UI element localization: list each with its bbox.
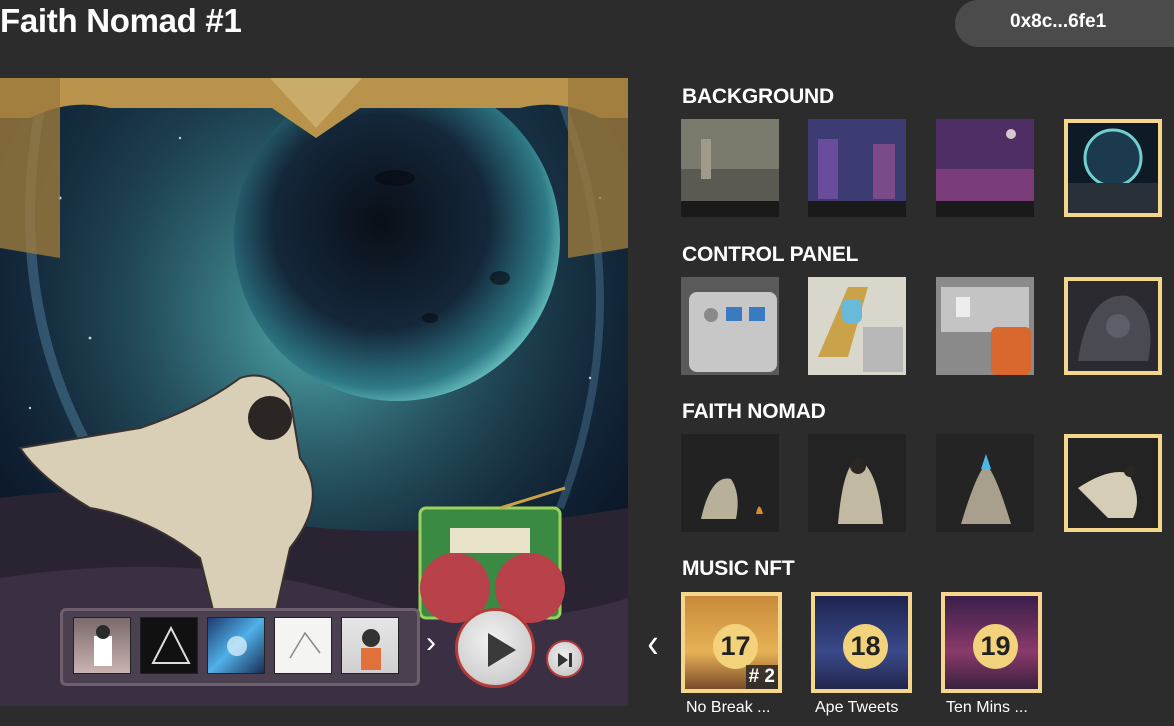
track-thumbnail[interactable] xyxy=(207,617,265,674)
background-option-art xyxy=(1068,123,1158,213)
music-nft-title: Ten Mins ... xyxy=(946,699,1028,716)
section-label-music-nft: MUSIC NFT xyxy=(682,557,795,580)
music-nft-number: 17 xyxy=(713,624,758,669)
music-nft-item[interactable]: 17 # 2 xyxy=(681,592,782,693)
control-panel-option-art xyxy=(681,277,779,375)
faith-nomad-option-art xyxy=(1068,438,1158,528)
section-label-background: BACKGROUND xyxy=(682,85,834,108)
faith-nomad-option[interactable] xyxy=(936,434,1034,532)
play-icon xyxy=(488,633,516,667)
control-panel-option[interactable] xyxy=(681,277,779,375)
music-nft-title: No Break ... xyxy=(686,699,771,716)
control-panel-option-selected[interactable] xyxy=(1064,277,1162,375)
background-option[interactable] xyxy=(808,119,906,217)
faith-nomad-option-art xyxy=(808,434,906,532)
track-thumbnail-art xyxy=(94,625,112,666)
background-option-art xyxy=(808,119,906,217)
nft-preview-artwork xyxy=(0,78,628,706)
track-thumbnail-art xyxy=(227,636,247,656)
next-track-arrow[interactable]: › xyxy=(426,628,436,658)
wallet-address-button[interactable]: 0x8c...6fe1 xyxy=(955,0,1174,47)
music-nft-number: 19 xyxy=(973,624,1018,669)
track-thumbnail[interactable] xyxy=(341,617,399,674)
track-thumbnail-art xyxy=(361,629,381,670)
background-option-art xyxy=(936,119,1034,217)
faith-nomad-option-art xyxy=(681,434,779,532)
control-panel-option-art xyxy=(936,277,1034,375)
faith-nomad-option-selected[interactable] xyxy=(1064,434,1162,532)
play-button[interactable] xyxy=(455,608,535,688)
background-option[interactable] xyxy=(681,119,779,217)
control-panel-option[interactable] xyxy=(936,277,1034,375)
background-option-art xyxy=(681,119,779,217)
section-label-control-panel: CONTROL PANEL xyxy=(682,243,859,266)
skip-next-button[interactable] xyxy=(546,640,584,678)
skip-icon xyxy=(558,653,568,667)
section-label-faith-nomad: FAITH NOMAD xyxy=(682,400,826,423)
faith-nomad-option[interactable] xyxy=(808,434,906,532)
control-panel-option-art xyxy=(808,277,906,375)
music-nft-edition: # 2 xyxy=(745,665,778,689)
page-title: Faith Nomad #1 xyxy=(0,2,242,39)
music-prev-arrow[interactable]: ‹ xyxy=(647,622,658,664)
background-option-selected[interactable] xyxy=(1064,119,1162,217)
background-option[interactable] xyxy=(936,119,1034,217)
track-thumbnail[interactable] xyxy=(73,617,131,674)
track-thumbnail-art xyxy=(151,625,191,664)
control-panel-option-art xyxy=(1068,281,1158,371)
music-nft-title: Ape Tweets xyxy=(815,699,899,716)
track-thumbnail[interactable] xyxy=(274,617,332,674)
faith-nomad-option[interactable] xyxy=(681,434,779,532)
music-nft-number: 18 xyxy=(843,624,888,669)
music-nft-item[interactable]: 19 xyxy=(941,592,1042,693)
track-thumbnail-art xyxy=(289,631,321,659)
skip-icon-bar xyxy=(569,653,572,667)
faith-nomad-option-art xyxy=(936,434,1034,532)
music-nft-item[interactable]: 18 xyxy=(811,592,912,693)
control-panel-option[interactable] xyxy=(808,277,906,375)
track-thumbnail[interactable] xyxy=(140,617,198,674)
